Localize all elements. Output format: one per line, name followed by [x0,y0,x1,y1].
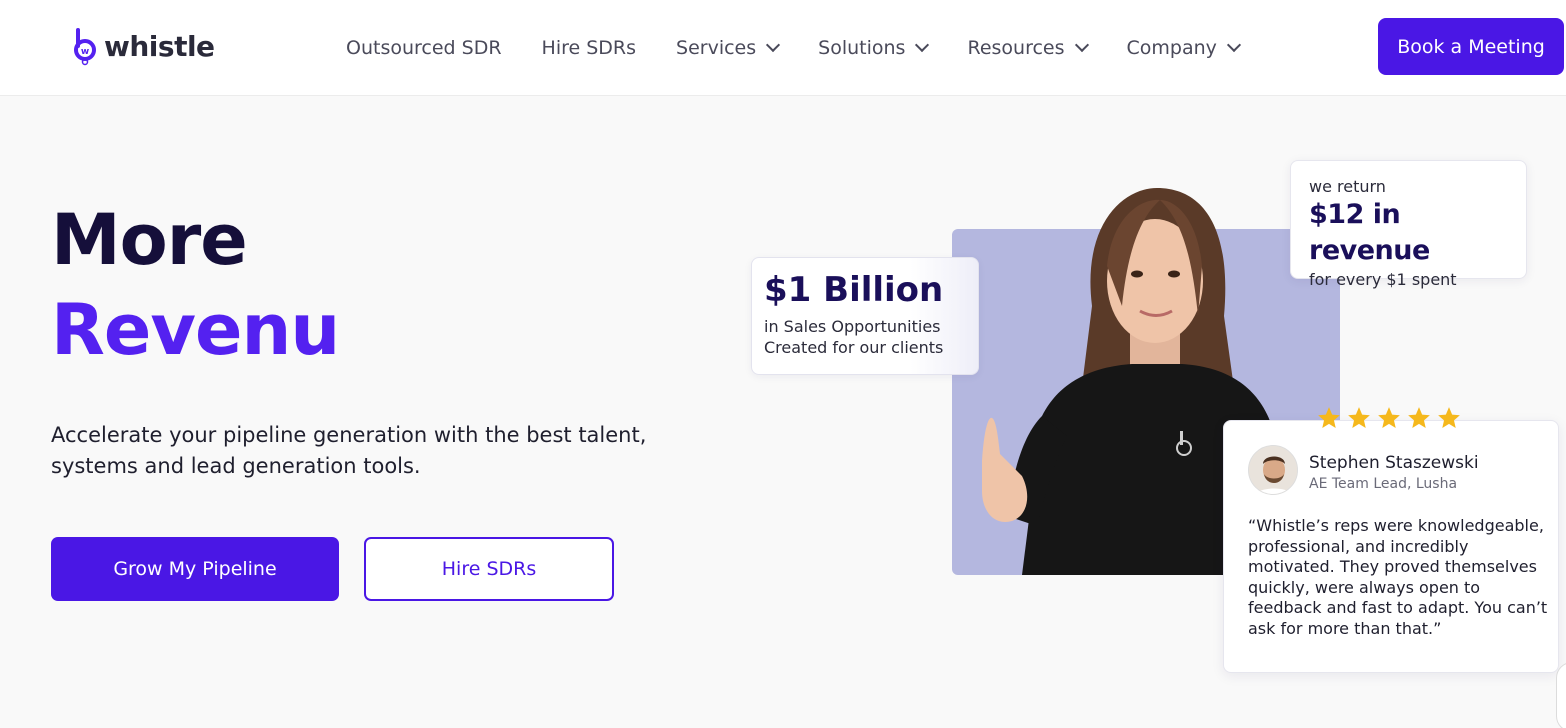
stat-value: $1 Billion [764,270,944,310]
stat-label-line1: in Sales Opportunities [764,317,941,336]
nav-item-label: Resources [967,37,1065,59]
main-nav: Outsourced SDR Hire SDRs Services Soluti… [346,33,1279,63]
nav-item-solutions[interactable]: Solutions [818,37,930,59]
chevron-down-icon [915,37,930,53]
nav-item-hire-sdrs[interactable]: Hire SDRs [542,37,636,59]
hero-title-line2: Revenu [51,289,340,371]
hire-sdrs-button[interactable]: Hire SDRs [364,537,614,601]
testimonial-quote: “Whistle’s reps were knowledgeable, prof… [1248,516,1548,638]
nav-item-label: Outsourced SDR [346,37,502,59]
nav-item-label: Company [1126,37,1217,59]
stat-prefix: we return [1309,177,1386,196]
star-icon [1346,405,1376,435]
whistle-logo-icon: w [72,26,98,66]
hero-subtitle: Accelerate your pipeline generation with… [51,423,647,478]
nav-item-label: Solutions [818,37,906,59]
nav-item-label: Hire SDRs [541,37,637,59]
star-icon [1316,405,1346,435]
chevron-down-icon [766,37,781,53]
whistle-logo[interactable]: w whistle [72,26,215,66]
avatar [1248,445,1298,495]
stat-value: $12 in revenue [1309,199,1430,266]
stat-card-revenue: we return $12 in revenue for every $1 sp… [1290,160,1527,289]
nav-item-label: Services [676,37,757,59]
testimonial-author-role: AE Team Lead, Lusha [1309,476,1458,492]
star-icon [1376,405,1406,435]
stat-card-sales-opportunities: $1 Billion in Sales Opportunities Create… [751,257,979,375]
site-header: w whistle Outsourced SDR Hire SDRs Servi… [0,0,1566,96]
rating-stars [1316,405,1466,435]
logo-text: whistle [104,29,215,63]
testimonial-card: Stephen Staszewski AE Team Lead, Lusha “… [1223,420,1559,673]
star-icon [1406,405,1436,435]
stat-label-line2: Created for our clients [764,338,944,357]
nav-item-services[interactable]: Services [676,37,781,59]
hero-title-line1: More [51,199,248,281]
testimonial-author-name: Stephen Staszewski [1309,453,1479,473]
star-icon [1436,405,1466,435]
svg-text:w: w [81,47,89,57]
nav-item-resources[interactable]: Resources [967,37,1089,59]
stat-suffix: for every $1 spent [1309,270,1457,289]
book-meeting-button[interactable]: Book a Meeting [1378,18,1564,75]
chat-widget-edge[interactable] [1556,662,1566,728]
chevron-down-icon [1226,37,1241,53]
grow-pipeline-button[interactable]: Grow My Pipeline [51,537,339,601]
nav-item-outsourced-sdr[interactable]: Outsourced SDR [346,37,502,59]
chevron-down-icon [1074,37,1089,53]
nav-item-company[interactable]: Company [1126,37,1241,59]
